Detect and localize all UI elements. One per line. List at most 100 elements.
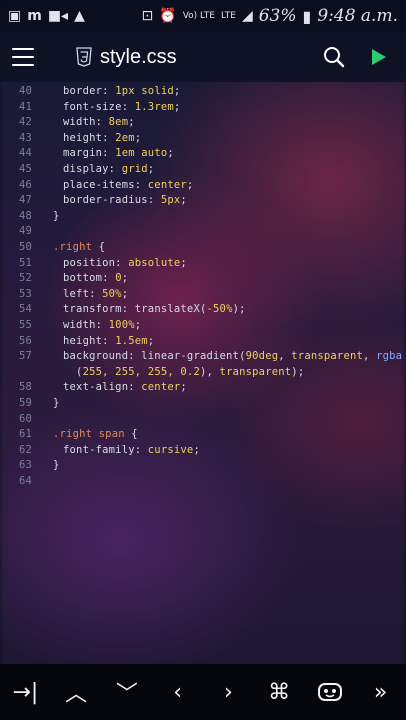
code-line[interactable]: 52 bottom: 0; <box>0 271 406 287</box>
code-line[interactable]: 44 margin: 1em auto; <box>0 146 406 162</box>
code-line[interactable]: 60 <box>0 412 406 428</box>
code-token: width: <box>63 319 109 331</box>
code-token: .right span <box>53 428 132 441</box>
code-line[interactable]: 63} <box>0 458 406 474</box>
code-token: text-align: <box>63 381 142 394</box>
code-line[interactable]: 43 height: 2em; <box>0 131 406 147</box>
hamburger-icon[interactable] <box>12 37 52 77</box>
robot-icon[interactable] <box>308 670 352 714</box>
code-text: .right { <box>53 240 105 256</box>
code-text: font-size: 1.3rem; <box>63 100 180 116</box>
search-icon[interactable] <box>318 41 350 73</box>
more-icon[interactable]: » <box>359 670 403 714</box>
code-token: 1px solid <box>115 85 174 97</box>
code-token: center <box>141 381 181 394</box>
code-token: 8em <box>108 116 129 129</box>
code-line[interactable]: 46 place-items: center; <box>0 178 406 194</box>
code-token: absolute <box>128 256 181 269</box>
code-line[interactable]: 40 border: 1px solid; <box>0 84 406 100</box>
code-token: font-size: <box>63 100 135 113</box>
code-line[interactable]: 62 font-family: cursive; <box>0 443 406 459</box>
code-line[interactable]: 42 width: 8em; <box>0 115 406 131</box>
code-line[interactable]: 49 <box>0 224 406 240</box>
arrow-up-icon[interactable]: ︿ <box>54 670 98 714</box>
line-number: 41 <box>18 100 32 113</box>
arrow-left-icon[interactable]: ‹ <box>156 670 200 714</box>
code-line[interactable]: 59} <box>0 396 406 412</box>
line-number: 60 <box>18 412 32 425</box>
line-number: 53 <box>18 287 32 300</box>
command-icon[interactable]: ⌘ <box>257 670 301 714</box>
code-text: font-family: cursive; <box>63 443 200 459</box>
code-token: rgba <box>376 350 403 363</box>
code-line[interactable]: 50 .right { <box>0 240 406 256</box>
code-token: ; <box>128 116 135 129</box>
signal-icon: ◢ <box>241 8 253 24</box>
code-token: height: <box>63 131 116 144</box>
code-line[interactable]: 58 text-align: center; <box>0 380 406 396</box>
line-number: 59 <box>18 397 32 409</box>
code-editor[interactable]: 40 border: 1px solid; 41 font-size: 1.3rem;… <box>0 84 406 664</box>
code-text: } <box>53 396 60 412</box>
arrow-right-icon[interactable]: › <box>206 670 250 714</box>
line-number: 47 <box>18 194 32 207</box>
code-token: ; <box>180 381 187 394</box>
code-token: ; <box>186 178 194 191</box>
line-number: 48 <box>18 209 32 222</box>
code-line[interactable]: 41 font-size: 1.3rem; <box>0 100 406 116</box>
code-text: display: grid; <box>63 162 154 178</box>
code-line[interactable]: (255, 255, 255, 0.2), transparent); <box>0 365 406 381</box>
code-token: ; <box>134 131 142 144</box>
line-number: 63 <box>18 459 32 472</box>
arrow-down-icon[interactable]: ﹀ <box>105 670 149 714</box>
file-name[interactable]: style.css <box>100 46 177 69</box>
line-number: 45 <box>18 163 32 175</box>
line-number: 51 <box>18 256 32 269</box>
code-token: position: <box>63 256 129 269</box>
play-icon[interactable] <box>362 41 394 73</box>
line-number: 43 <box>18 131 32 144</box>
code-line[interactable]: 48} <box>0 209 406 225</box>
line-number: 55 <box>18 319 32 331</box>
photos-icon: ▣ <box>8 8 22 24</box>
code-text: width: 8em; <box>63 115 135 131</box>
code-token: ; <box>167 147 174 160</box>
code-text: margin: 1em auto; <box>63 146 174 162</box>
code-token: font-family: <box>63 443 148 456</box>
line-number: 40 <box>18 85 32 97</box>
code-token: ; <box>147 163 155 175</box>
code-token: ; <box>173 100 181 113</box>
code-token: 255, 255, 255, 0.2 <box>82 365 200 378</box>
code-token: ; <box>180 256 187 269</box>
alarm-icon: ⏰ <box>159 8 177 24</box>
code-line[interactable]: 61 .right span { <box>0 427 406 443</box>
code-text: place-items: center; <box>63 178 193 194</box>
code-token: , <box>278 350 292 363</box>
line-number: 44 <box>18 147 32 160</box>
code-token: background: <box>63 350 142 363</box>
code-line[interactable]: 55 width: 100%; <box>0 318 406 334</box>
line-number: 52 <box>18 272 32 285</box>
code-line[interactable]: 54 transform: translateX(-50%); <box>0 302 406 318</box>
code-line[interactable]: 64 <box>0 474 406 490</box>
code-token: ; <box>297 365 305 378</box>
app-toolbar: style.css <box>0 32 406 82</box>
code-line[interactable]: 45 display: grid; <box>0 162 406 178</box>
battery-icon: ▮ <box>302 6 312 26</box>
code-line[interactable]: 53 left: 50%; <box>0 287 406 303</box>
code-text: .right span { <box>53 427 138 443</box>
code-text: height: 2em; <box>63 131 141 147</box>
code-token: ; <box>193 443 200 456</box>
lte-label: LTE <box>220 11 236 21</box>
tab-icon[interactable]: →| <box>3 670 47 714</box>
status-time: 9:48 a.m. <box>317 6 398 26</box>
code-line[interactable]: 57 background: linear-gradient(90deg, tra… <box>0 349 406 365</box>
code-text: } <box>53 209 60 225</box>
code-token: -50% <box>206 303 233 316</box>
code-line[interactable]: 47 border-radius: 5px; <box>0 193 406 209</box>
code-line[interactable]: 56 height: 1.5em; <box>0 334 406 350</box>
code-text: height: 1.5em; <box>63 334 154 350</box>
code-line[interactable]: 51 position: absolute; <box>0 256 406 272</box>
code-token: transparent <box>291 350 364 363</box>
line-number: 61 <box>18 428 32 441</box>
